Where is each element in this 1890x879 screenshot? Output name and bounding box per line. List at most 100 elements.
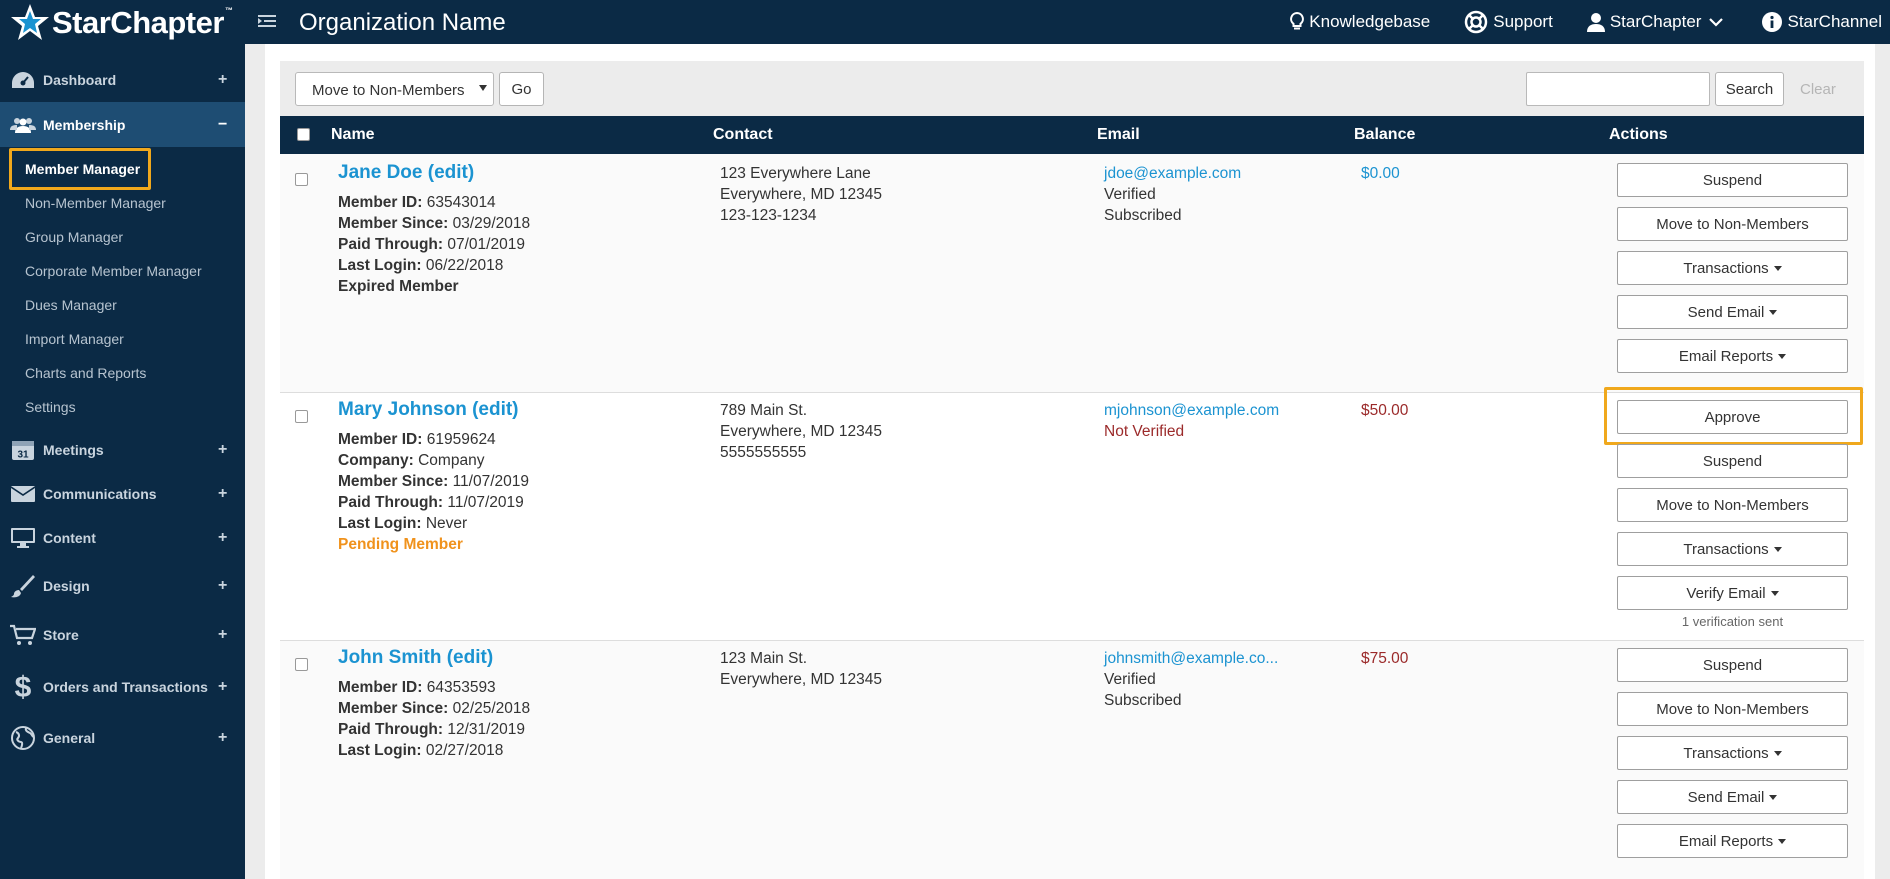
account-menu[interactable]: StarChapter bbox=[1586, 0, 1729, 44]
paid-through: Paid Through: 11/07/2019 bbox=[338, 494, 524, 511]
row-checkbox[interactable] bbox=[295, 410, 308, 423]
email-status: Verified bbox=[1104, 186, 1156, 203]
globe-icon bbox=[10, 726, 36, 750]
search-input[interactable] bbox=[1526, 72, 1710, 106]
sidebar-item-store[interactable]: Store + bbox=[0, 621, 245, 649]
member-name-link[interactable]: Jane Doe (edit) bbox=[338, 162, 474, 184]
email-link[interactable]: jdoe@example.com bbox=[1104, 165, 1241, 183]
sidebar-item-orders[interactable]: $ Orders and Transactions + bbox=[0, 671, 245, 703]
caret-down-icon bbox=[1769, 794, 1778, 800]
go-button[interactable]: Go bbox=[499, 72, 544, 106]
expand-icon: + bbox=[218, 626, 228, 643]
support-link[interactable]: Support bbox=[1464, 0, 1553, 44]
suspend-button[interactable]: Suspend bbox=[1617, 648, 1848, 682]
transactions-dropdown[interactable]: Transactions bbox=[1617, 532, 1848, 566]
member-status: Expired Member bbox=[338, 278, 459, 295]
bulk-action-select[interactable]: Move to Non-Members bbox=[295, 72, 494, 106]
move-to-non-members-button[interactable]: Move to Non-Members bbox=[1617, 207, 1848, 241]
row-checkbox[interactable] bbox=[295, 173, 308, 186]
expand-icon: + bbox=[218, 729, 228, 746]
sidebar-sub-member-manager[interactable]: Member Manager bbox=[25, 161, 140, 177]
account-label: StarChapter bbox=[1609, 12, 1702, 31]
member-id: Member ID: 64353593 bbox=[338, 679, 496, 696]
sidebar-sub-group-manager[interactable]: Group Manager bbox=[25, 229, 123, 245]
transactions-dropdown[interactable]: Transactions bbox=[1617, 736, 1848, 770]
clear-link[interactable]: Clear bbox=[1800, 81, 1836, 98]
member-name-link[interactable]: John Smith (edit) bbox=[338, 647, 493, 669]
starchannel-link[interactable]: StarChannel bbox=[1762, 0, 1882, 44]
row-checkbox[interactable] bbox=[295, 658, 308, 671]
monitor-icon bbox=[10, 526, 36, 550]
sidebar-item-dashboard[interactable]: Dashboard + bbox=[0, 66, 245, 94]
send-email-dropdown[interactable]: Send Email bbox=[1617, 780, 1848, 814]
email-reports-dropdown[interactable]: Email Reports bbox=[1617, 339, 1848, 373]
knowledgebase-label: Knowledgebase bbox=[1309, 12, 1431, 31]
collapse-icon: − bbox=[218, 115, 228, 133]
verify-email-dropdown[interactable]: Verify Email bbox=[1617, 576, 1848, 610]
brush-icon bbox=[10, 574, 36, 598]
sidebar-sub-import-manager[interactable]: Import Manager bbox=[25, 331, 124, 347]
sidebar-label-orders: Orders and Transactions bbox=[43, 679, 208, 695]
sidebar-item-design[interactable]: Design + bbox=[0, 572, 245, 600]
approve-button[interactable]: Approve bbox=[1617, 400, 1848, 434]
email-link[interactable]: mjohnson@example.com bbox=[1104, 402, 1279, 420]
balance-value: $75.00 bbox=[1361, 650, 1409, 667]
starchapter-logo[interactable]: StarChapter™ bbox=[10, 3, 233, 41]
balance-value: $50.00 bbox=[1361, 402, 1409, 419]
sidebar-sub-dues-manager[interactable]: Dues Manager bbox=[25, 297, 117, 313]
knowledgebase-link[interactable]: Knowledgebase bbox=[1290, 0, 1430, 44]
suspend-button[interactable]: Suspend bbox=[1617, 444, 1848, 478]
sidebar-sub-settings[interactable]: Settings bbox=[25, 399, 76, 415]
balance-value: $0.00 bbox=[1361, 165, 1400, 182]
sidebar-item-membership[interactable]: Membership − bbox=[0, 102, 245, 147]
sidebar-sub-non-member-manager[interactable]: Non-Member Manager bbox=[25, 195, 166, 211]
expand-icon: + bbox=[218, 71, 228, 88]
caret-down-icon bbox=[1770, 590, 1779, 596]
sidebar-toggle-icon[interactable] bbox=[258, 13, 276, 29]
member-since: Member Since: 02/25/2018 bbox=[338, 700, 531, 717]
suspend-button[interactable]: Suspend bbox=[1617, 163, 1848, 197]
lifebuoy-icon bbox=[1465, 10, 1488, 34]
expand-icon: + bbox=[218, 485, 228, 502]
top-bar: StarChapter™ Organization Name Knowledge… bbox=[0, 0, 1890, 44]
caret-down-icon bbox=[1773, 750, 1782, 756]
member-since: Member Since: 11/07/2019 bbox=[338, 473, 530, 490]
verification-note: 1 verification sent bbox=[1681, 614, 1784, 629]
email-reports-dropdown[interactable]: Email Reports bbox=[1617, 824, 1848, 858]
svg-text:31: 31 bbox=[17, 450, 29, 461]
last-login: Last Login: Never bbox=[338, 515, 468, 532]
contact-address: 123 Main St. bbox=[720, 650, 808, 667]
sidebar-sub-charts-reports[interactable]: Charts and Reports bbox=[25, 365, 146, 381]
sidebar-item-general[interactable]: General + bbox=[0, 724, 245, 752]
member-id: Member ID: 61959624 bbox=[338, 431, 496, 448]
contact-city: Everywhere, MD 12345 bbox=[720, 186, 882, 203]
sidebar-label-content: Content bbox=[43, 530, 96, 546]
sidebar-label-communications: Communications bbox=[43, 486, 157, 502]
email-link[interactable]: johnsmith@example.co... bbox=[1104, 650, 1278, 668]
dashboard-gauge-icon bbox=[10, 68, 36, 92]
expand-icon: + bbox=[218, 577, 228, 594]
expand-icon: + bbox=[218, 529, 228, 546]
search-button[interactable]: Search bbox=[1715, 72, 1784, 106]
move-to-non-members-button[interactable]: Move to Non-Members bbox=[1617, 692, 1848, 726]
logo-text: StarChapter™ bbox=[52, 4, 233, 40]
table-header: Name Contact Email Balance Actions bbox=[280, 116, 1864, 154]
transactions-dropdown[interactable]: Transactions bbox=[1617, 251, 1848, 285]
last-login: Last Login: 02/27/2018 bbox=[338, 742, 504, 759]
select-all-checkbox[interactable] bbox=[297, 128, 310, 141]
sidebar-label-store: Store bbox=[43, 627, 79, 643]
send-email-dropdown[interactable]: Send Email bbox=[1617, 295, 1848, 329]
sidebar-item-content[interactable]: Content + bbox=[0, 524, 245, 552]
info-icon bbox=[1762, 12, 1783, 32]
sidebar-label-meetings: Meetings bbox=[43, 442, 104, 458]
contact-phone: 123-123-1234 bbox=[720, 207, 817, 224]
move-to-non-members-button[interactable]: Move to Non-Members bbox=[1617, 488, 1848, 522]
sidebar-sub-corporate-member-manager[interactable]: Corporate Member Manager bbox=[25, 263, 202, 279]
sidebar-item-communications[interactable]: Communications + bbox=[0, 480, 245, 508]
chevron-down-icon bbox=[1709, 18, 1724, 27]
sidebar-item-meetings[interactable]: 31 Meetings + bbox=[0, 436, 245, 464]
member-name-link[interactable]: Mary Johnson (edit) bbox=[338, 399, 519, 421]
subscription-status: Subscribed bbox=[1104, 692, 1182, 709]
member-since: Member Since: 03/29/2018 bbox=[338, 215, 531, 232]
contact-phone: 5555555555 bbox=[720, 444, 807, 461]
